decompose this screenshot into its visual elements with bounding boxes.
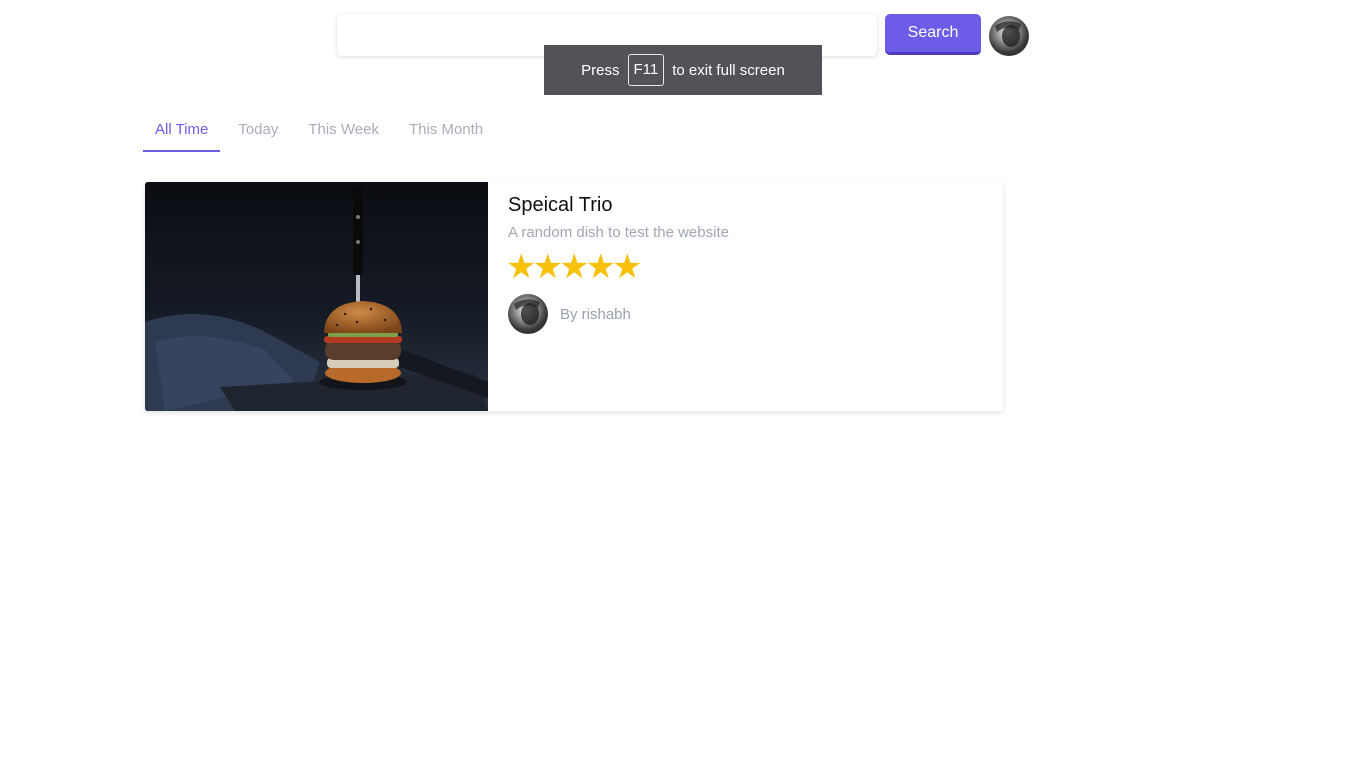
recipe-title[interactable]: Speical Trio	[508, 194, 613, 217]
search-button[interactable]: Search	[885, 14, 981, 55]
author-avatar[interactable]	[508, 294, 548, 334]
user-avatar[interactable]	[989, 16, 1029, 56]
star-rating: ★ ★ ★ ★ ★	[506, 248, 642, 286]
fullscreen-notice-suffix: to exit full screen	[672, 61, 785, 79]
time-filter-tabs: All Time Today This Week This Month	[143, 114, 501, 152]
tab-this-month[interactable]: This Month	[397, 114, 495, 150]
tab-this-week[interactable]: This Week	[296, 114, 391, 150]
author-name[interactable]: By rishabh	[560, 306, 631, 323]
f11-key-label: F11	[627, 54, 665, 86]
recipe-description: A random dish to test the website	[508, 224, 729, 241]
tab-today[interactable]: Today	[226, 114, 290, 150]
recipe-card[interactable]: Speical Trio A random dish to test the w…	[145, 182, 1003, 411]
fullscreen-notice-prefix: Press	[581, 61, 620, 79]
star-icon: ★	[611, 248, 643, 286]
recipe-image[interactable]	[145, 182, 488, 411]
fullscreen-notice: Press F11 to exit full screen	[544, 45, 822, 95]
tab-all-time[interactable]: All Time	[143, 114, 221, 152]
